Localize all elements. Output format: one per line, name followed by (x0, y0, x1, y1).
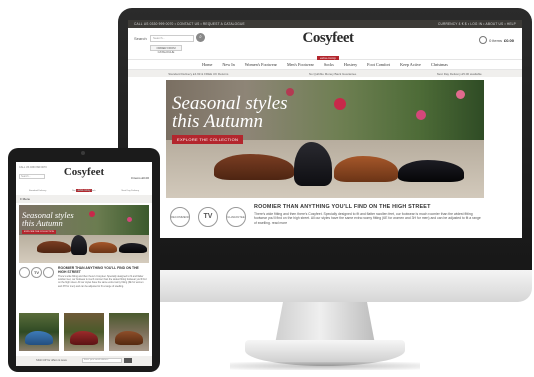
utility-links-left[interactable]: CALL US 0330 999 0070 • CONTACT US • REQ… (134, 22, 245, 26)
utility-links-right[interactable]: CURRENCY £ € $ • LOG IN • ABOUT US • HEL… (438, 22, 516, 26)
tablet-intro-headline: ROOMIER THAN ANYTHING YOU'LL FIND ON THE… (58, 266, 139, 274)
tablet-shoe-brown (37, 241, 71, 253)
site-header: Search Search... ⌕ ORDER FROM CATALOGUE … (128, 28, 522, 60)
tablet-hero-banner[interactable]: Seasonal styles this Autumn EXPLORE THE … (19, 205, 149, 263)
basket-total: £0.00 (503, 37, 514, 43)
basket-icon (479, 36, 488, 44)
tablet-camera (81, 151, 85, 155)
tv-badge: TV (198, 207, 218, 227)
logo-tagline: extra roomy (317, 56, 339, 60)
nav-item-keep-active[interactable]: Keep Active (400, 62, 421, 67)
usp-delivery: Standard Delivery £4.99 & FREE UK Return… (168, 71, 229, 76)
tablet-badges: TV (19, 267, 55, 281)
tablet-intro-body: There's wide fitting and then there's Co… (58, 275, 147, 288)
explore-collection-button[interactable]: EXPLORE THE COLLECTION (172, 135, 244, 144)
flower-decoration (456, 90, 465, 99)
tablet-newsletter-submit-button[interactable] (124, 358, 132, 363)
guarantee-badge: GUARANTEE (226, 207, 246, 227)
tablet-explore-button[interactable]: EXPLORE THE COLLECTION (22, 230, 56, 234)
utility-bar: CALL US 0330 999 0070 • CONTACT US • REQ… (128, 20, 522, 28)
tablet-guarantee-badge (43, 267, 54, 278)
intro-section: RECOMMENDED TV GUARANTEE ROOMIER THAN AN… (166, 201, 484, 237)
site-logo[interactable]: Cosyfeet extra roomy (288, 30, 368, 64)
recommended-badge: RECOMMENDED (170, 207, 190, 227)
order-catalogue-button[interactable]: ORDER FROM CATALOGUE (150, 45, 182, 54)
tablet-basket[interactable]: 0 items £0.00 (131, 176, 149, 180)
search-input[interactable]: Search... (150, 35, 194, 42)
usp-guarantee: No Quibble Money Back Guarantee (308, 71, 357, 76)
tablet-usp-next-day: Next Day Delivery (121, 189, 140, 192)
logo-text: Cosyfeet (302, 30, 354, 46)
tablet-screen: CALL US 0330 999 0070 Search... Cosyfeet… (16, 162, 152, 366)
tablet-newsletter-input[interactable]: Enter your email address (82, 358, 122, 363)
tablet-tv-badge: TV (31, 267, 42, 278)
basket[interactable]: 0 items £0.00 (479, 36, 514, 44)
brown-shoe-image (115, 331, 143, 345)
nav-item-home[interactable]: Home (202, 62, 212, 67)
flower-decoration (416, 110, 426, 120)
tablet-usp-guarantee: No Quibble Money Back (72, 189, 96, 192)
hero-title-line2: this Autumn (172, 111, 263, 132)
desktop-screen: CALL US 0330 999 0070 • CONTACT US • REQ… (128, 20, 522, 238)
flower-decoration (127, 217, 132, 222)
product-thumb-brown-shoes[interactable] (109, 313, 149, 351)
shoe-black-patent (398, 160, 464, 182)
tablet-menu-button[interactable]: ≡ Menu (16, 195, 152, 203)
nav-item-new-in[interactable]: New In (222, 62, 234, 67)
tablet-hero-line2: this Autumn (22, 218, 63, 228)
red-shoe-image (70, 331, 98, 345)
tablet-shoe-black-patent (119, 243, 147, 253)
usp-next-day: Next Day Delivery £5.00 available (436, 71, 482, 76)
tablet-usp-strip: Standard Delivery No Quibble Money Back … (16, 187, 152, 194)
nav-item-christmas[interactable]: Christmas (431, 62, 448, 67)
tablet-shoe-black-boot (71, 235, 87, 255)
hero-banner[interactable]: Seasonal styles this Autumn EXPLORE THE … (166, 80, 484, 198)
flower-decoration (334, 98, 346, 110)
tablet-phone[interactable]: CALL US 0330 999 0070 (19, 166, 47, 169)
nav-item-womens[interactable]: Women's Footwear (245, 62, 277, 67)
tablet-search-input[interactable]: Search... (19, 174, 45, 179)
search-label: Search (134, 36, 147, 41)
product-thumb-red-shoes[interactable] (64, 313, 104, 351)
usp-strip: Standard Delivery £4.99 & FREE UK Return… (128, 70, 522, 77)
tablet-logo-text: Cosyfeet (63, 166, 105, 178)
stand-shadow (230, 362, 420, 370)
tablet-shoe-tan (89, 242, 117, 253)
blue-shoe-image (25, 331, 53, 345)
shoe-tan-lace (334, 156, 398, 182)
flower-decoration (89, 211, 95, 217)
basket-items: 0 items (489, 37, 502, 43)
intro-body: There's wide fitting and then there's Co… (254, 212, 481, 225)
product-thumb-blue-shoes[interactable] (19, 313, 59, 351)
tablet-usp-delivery: Standard Delivery (28, 189, 47, 192)
monitor-chin (118, 270, 532, 302)
nav-item-foot-comfort[interactable]: Foot Comfort (367, 62, 390, 67)
search-icon[interactable]: ⌕ (196, 33, 205, 42)
intro-headline: ROOMIER THAN ANYTHING YOU'LL FIND ON THE… (254, 204, 431, 210)
tablet-recommended-badge (19, 267, 30, 278)
monitor-stand-neck (275, 302, 375, 344)
